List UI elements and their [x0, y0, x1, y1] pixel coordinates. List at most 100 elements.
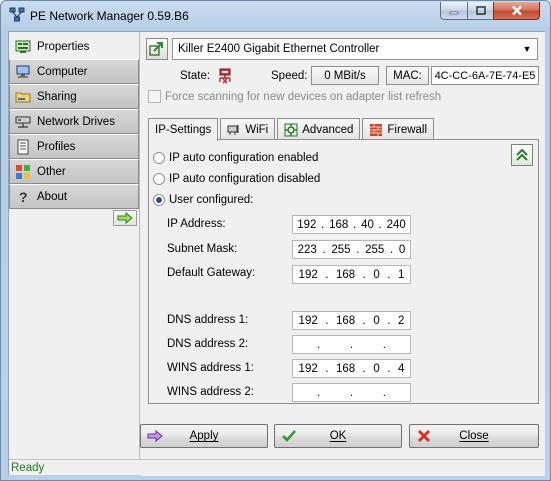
sidebar-expand-button[interactable]	[113, 210, 137, 226]
advanced-icon	[284, 123, 298, 137]
subnet-mask-label: Subnet Mask:	[167, 243, 238, 255]
status-bar: Ready	[9, 459, 544, 475]
octet-4: 4	[397, 362, 405, 375]
tab-wifi[interactable]: WiFi	[220, 118, 276, 140]
collapse-button[interactable]	[511, 144, 533, 166]
wins1-label: WINS address 1:	[167, 362, 254, 374]
dns2-field[interactable]: . . .	[292, 335, 411, 354]
client-area: Properties Computer Sharing Network Driv…	[8, 31, 545, 476]
octet-3: 0	[373, 268, 380, 281]
subnet-mask-field[interactable]: 223. 255. 255. 0	[292, 240, 411, 259]
sidebar-item-label: Network Drives	[37, 115, 115, 128]
window-title: PE Network Manager 0.59.B6	[30, 9, 189, 23]
adapter-select[interactable]: Killer E2400 Gigabit Ethernet Controller…	[172, 38, 538, 60]
force-scan-checkbox[interactable]	[148, 90, 161, 103]
x-icon	[417, 429, 431, 443]
octet-4: 0	[398, 243, 406, 256]
ok-button[interactable]: OK	[274, 424, 402, 448]
wins2-label: WINS address 2:	[167, 386, 254, 398]
ip-settings-panel: IP auto configuration enabled IP auto co…	[148, 139, 539, 404]
other-icon	[15, 164, 31, 180]
sidebar: Properties Computer Sharing Network Driv…	[9, 34, 139, 237]
close-icon	[511, 5, 522, 16]
tab-label: WiFi	[245, 123, 269, 136]
octet-3: 0	[373, 362, 380, 375]
profiles-icon	[15, 139, 31, 155]
minimize-button[interactable]	[440, 2, 468, 20]
mac-value: 4C-CC-6A-7E-74-E5	[431, 66, 539, 85]
radio-auto-enabled-row[interactable]: IP auto configuration enabled	[153, 152, 318, 164]
chevron-down-icon[interactable]: ▼	[519, 40, 535, 58]
octet-3: 0	[373, 314, 380, 327]
default-gateway-field[interactable]: 192. 168. 0. 1	[292, 265, 411, 284]
sidebar-item-label: Properties	[37, 40, 90, 53]
firewall-icon	[369, 123, 383, 137]
maximize-icon	[475, 6, 486, 15]
radio-user-configured[interactable]	[153, 194, 165, 206]
tab-advanced[interactable]: Advanced	[277, 118, 361, 140]
radio-user-configured-row[interactable]: User configured:	[153, 194, 253, 206]
apply-button[interactable]: Apply	[140, 424, 268, 448]
adapter-action-button[interactable]	[146, 38, 168, 60]
speed-label: Speed:	[271, 70, 308, 82]
radio-user-configured-label: User configured:	[169, 194, 254, 206]
sidebar-item-label: Sharing	[37, 90, 77, 103]
dns1-label: DNS address 1:	[167, 314, 249, 326]
force-scan-checkbox-row: Force scanning for new devices on adapte…	[148, 90, 441, 103]
dns2-label: DNS address 2:	[167, 338, 249, 350]
adapter-select-value: Killer E2400 Gigabit Ethernet Controller	[178, 43, 380, 55]
minimize-icon	[449, 11, 459, 14]
main-panel: Killer E2400 Gigabit Ethernet Controller…	[139, 32, 545, 476]
double-chevron-up-icon	[516, 148, 528, 161]
maximize-button[interactable]	[467, 2, 494, 20]
octet-1: 192	[298, 268, 318, 281]
radio-auto-disabled-label: IP auto configuration disabled	[169, 173, 321, 185]
sidebar-item-label: Computer	[37, 65, 88, 78]
status-text: Ready	[11, 462, 45, 474]
computer-icon	[15, 64, 31, 80]
title-bar[interactable]: PE Network Manager 0.59.B6	[1, 1, 550, 29]
octet-3: 255	[365, 243, 385, 256]
radio-auto-enabled[interactable]	[153, 152, 165, 164]
sharing-icon	[15, 89, 31, 105]
app-window: PE Network Manager 0.59.B6 Properties Co…	[0, 0, 551, 481]
octet-4: 240	[386, 218, 406, 231]
export-arrow-icon	[149, 42, 163, 56]
close-button[interactable]: Close	[409, 424, 539, 448]
tab-firewall[interactable]: Firewall	[362, 118, 435, 140]
radio-auto-disabled[interactable]	[153, 173, 165, 185]
ip-address-field[interactable]: 192. 168. 40. 240	[292, 215, 411, 234]
tab-label: Firewall	[387, 123, 428, 136]
apply-arrow-icon	[147, 429, 163, 443]
sidebar-item-properties[interactable]: Properties	[9, 34, 139, 59]
sidebar-item-label: Other	[37, 165, 66, 178]
sidebar-item-profiles[interactable]: Profiles	[9, 134, 139, 159]
octet-4: 1	[397, 268, 405, 281]
wifi-icon	[227, 123, 241, 137]
sidebar-item-label: About	[37, 190, 68, 203]
octet-1: 192	[297, 218, 317, 231]
wins1-field[interactable]: 192. 168. 0. 4	[292, 359, 411, 378]
close-window-button[interactable]	[493, 2, 540, 20]
network-app-icon	[9, 7, 25, 22]
sidebar-item-about[interactable]: ? About	[9, 184, 139, 209]
octet-2: 168	[335, 314, 356, 327]
sidebar-item-other[interactable]: Other	[9, 159, 139, 184]
tab-ip-settings[interactable]: IP-Settings	[148, 118, 219, 141]
sidebar-item-network-drives[interactable]: Network Drives	[9, 109, 139, 134]
svg-text:?: ?	[19, 189, 28, 205]
force-scan-label: Force scanning for new devices on adapte…	[165, 90, 442, 103]
check-icon	[282, 430, 296, 442]
tab-label: IP-Settings	[155, 124, 212, 136]
state-label: State:	[180, 70, 211, 82]
arrow-right-icon	[117, 212, 133, 224]
sidebar-item-sharing[interactable]: Sharing	[9, 84, 139, 109]
octet-2: 168	[329, 218, 349, 231]
dns1-field[interactable]: 192. 168. 0. 2	[292, 311, 411, 330]
radio-auto-disabled-row[interactable]: IP auto configuration disabled	[153, 173, 320, 185]
tab-label: Advanced	[302, 123, 354, 136]
sidebar-item-computer[interactable]: Computer	[9, 59, 139, 84]
octet-1: 192	[298, 362, 318, 375]
wins2-field[interactable]: . . .	[292, 383, 411, 402]
octet-3: 40	[361, 218, 374, 231]
